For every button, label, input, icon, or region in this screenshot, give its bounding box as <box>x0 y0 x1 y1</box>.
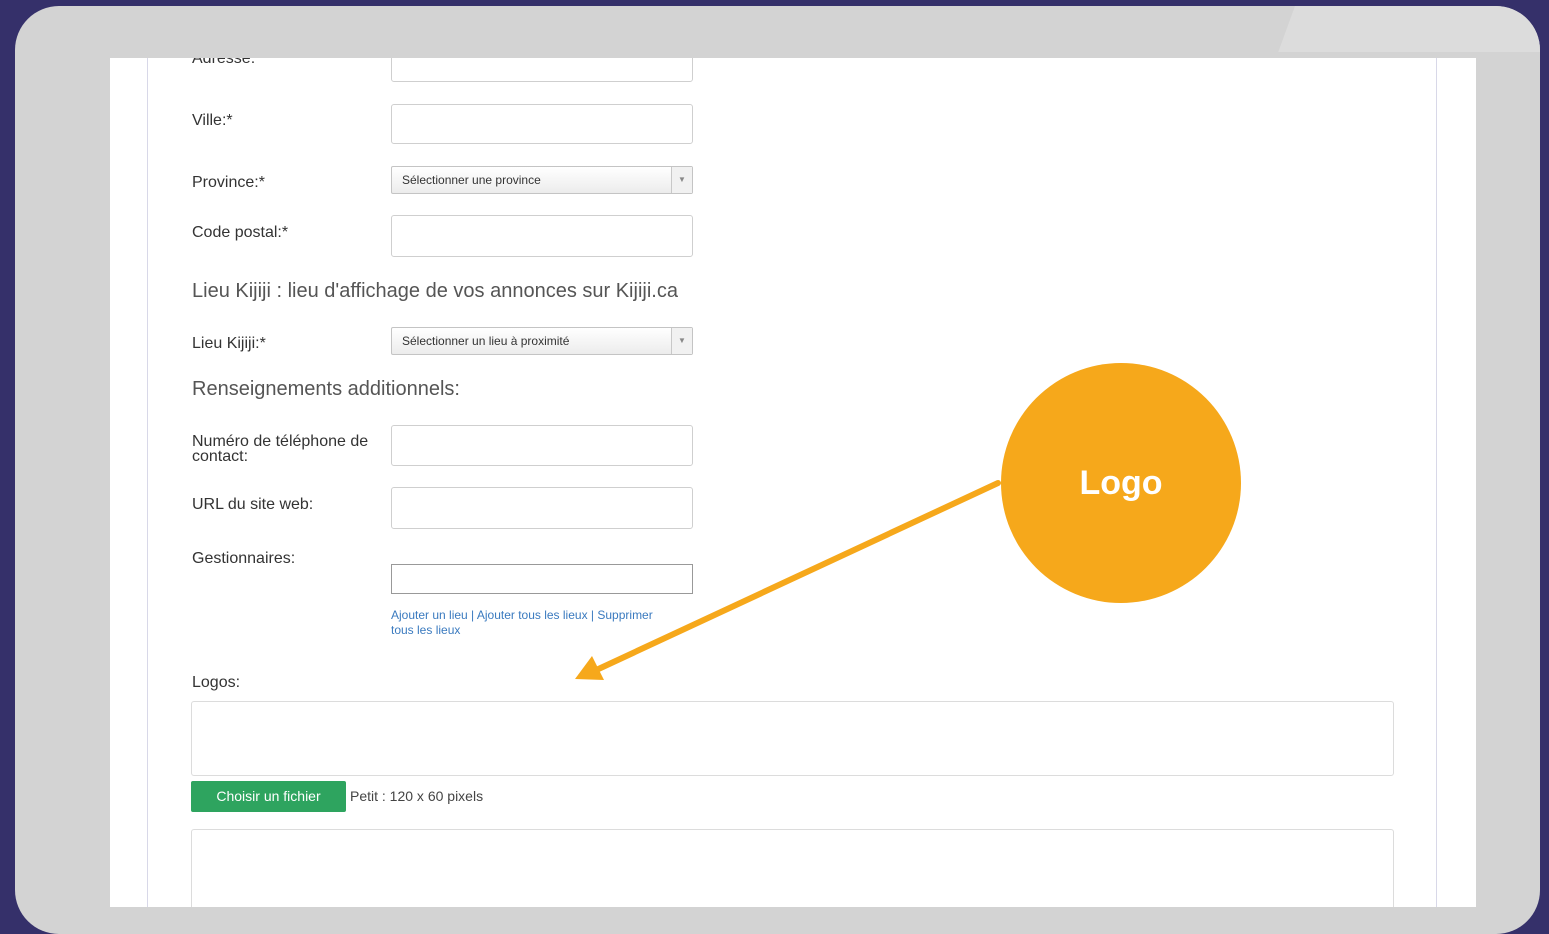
screen: Adresse: Ville:* Province:* Sélectionner… <box>110 58 1476 907</box>
annotation-arrow <box>575 480 1001 680</box>
logo-annotation-badge: Logo <box>1001 363 1241 603</box>
frame-shine <box>1278 6 1540 52</box>
device-frame: Adresse: Ville:* Province:* Sélectionner… <box>15 6 1540 934</box>
